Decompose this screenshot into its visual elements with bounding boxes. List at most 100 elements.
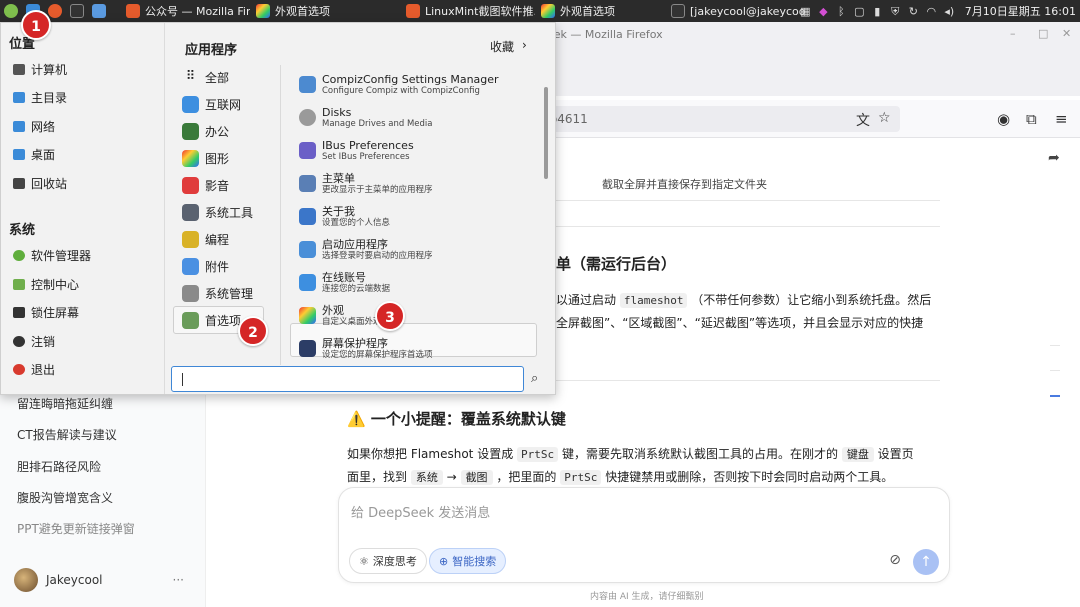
text-caret bbox=[182, 373, 183, 386]
system-quit[interactable]: 退出 bbox=[13, 361, 55, 378]
appearance-icon bbox=[256, 4, 270, 18]
inline-code: PrtSc bbox=[517, 447, 559, 462]
section-heading: 单（需运行后台） bbox=[556, 255, 677, 273]
place-computer[interactable]: 计算机 bbox=[13, 61, 67, 78]
admin-icon bbox=[182, 285, 199, 302]
attach-icon[interactable]: ⊘ bbox=[889, 552, 901, 568]
maximize-icon[interactable]: □ bbox=[1038, 27, 1048, 40]
control-center-icon bbox=[13, 279, 25, 290]
globe-icon: ⊕ bbox=[439, 554, 449, 568]
category-graphics[interactable]: 图形 bbox=[182, 150, 229, 167]
taskbar-item[interactable]: LinuxMint截图软件推... bbox=[400, 0, 535, 22]
terminal-launcher-icon[interactable] bbox=[70, 2, 84, 20]
clipboard-icon[interactable]: ▢ bbox=[853, 5, 866, 18]
system-tray: ▦ ◆ ᛒ ▢ ▮ ⛨ ↻ ◠ ◂) 7月10日星期五 16:01 bbox=[799, 0, 1080, 22]
minimize-icon[interactable]: – bbox=[1010, 27, 1016, 40]
bluetooth-icon[interactable]: ᛒ bbox=[835, 5, 848, 18]
category-all[interactable]: ⠿ 全部 bbox=[182, 69, 229, 86]
paragraph: 全屏截图”、“区域截图”、“延迟截图”等选项，并且会显示对应的快捷 bbox=[556, 316, 924, 330]
favorites-button[interactable]: 收藏 › bbox=[490, 38, 527, 55]
category-system-tools[interactable]: 系统工具 bbox=[182, 204, 253, 221]
system-software-manager[interactable]: 软件管理器 bbox=[13, 247, 91, 264]
user-profile[interactable]: Jakeycool ··· bbox=[14, 568, 184, 592]
place-network[interactable]: 网络 bbox=[13, 118, 55, 135]
app-item-online-accounts[interactable]: 在线账号 连接您的云端数据 bbox=[299, 271, 390, 295]
place-desktop[interactable]: 桌面 bbox=[13, 146, 55, 163]
more-options-icon[interactable]: ··· bbox=[173, 573, 184, 587]
chat-input[interactable]: 给 DeepSeek 发送消息 bbox=[351, 502, 490, 521]
search-icon[interactable]: ⌕ bbox=[531, 371, 538, 386]
battery-icon[interactable]: ▮ bbox=[871, 5, 884, 18]
update-icon[interactable]: ↻ bbox=[907, 5, 920, 18]
place-trash[interactable]: 回收站 bbox=[13, 175, 67, 192]
app-item-main-menu[interactable]: 主菜单 更改显示于主菜单的应用程序 bbox=[299, 172, 433, 196]
appearance-icon bbox=[541, 4, 555, 18]
office-icon bbox=[182, 123, 199, 140]
chat-input-box: 给 DeepSeek 发送消息 ⚛ 深度思考 ⊕ 智能搜索 ⊘ ↑ bbox=[338, 487, 950, 583]
home-folder-icon bbox=[13, 92, 25, 103]
menu-search-input[interactable] bbox=[171, 366, 524, 392]
firefox-launcher-icon[interactable] bbox=[48, 2, 62, 20]
place-home[interactable]: 主目录 bbox=[13, 89, 67, 106]
chat-history-item[interactable]: CT报告解读与建议 bbox=[17, 426, 117, 443]
hamburger-menu-icon[interactable]: ≡ bbox=[1055, 110, 1068, 128]
chat-history-item[interactable]: 留连晦暗拖延纠缠 bbox=[17, 395, 113, 412]
category-office[interactable]: 办公 bbox=[182, 123, 229, 140]
app-item-startup-apps[interactable]: 启动应用程序 选择登录时要启动的应用程序 bbox=[299, 238, 433, 262]
lock-icon bbox=[13, 307, 25, 318]
computer-icon bbox=[13, 64, 25, 75]
app-item-appearance[interactable]: 外观 自定义桌面外观 bbox=[299, 304, 382, 328]
ibus-icon bbox=[299, 142, 316, 159]
taskbar-item[interactable]: 外观首选项 bbox=[535, 0, 665, 22]
app-item-screensaver[interactable]: 屏幕保护程序 设定您的屏幕保护程序首选项 bbox=[299, 337, 433, 361]
toc-marker bbox=[1050, 370, 1060, 371]
chat-history-item[interactable]: PPT避免更新链接弹窗 bbox=[17, 520, 135, 537]
category-accessories[interactable]: 附件 bbox=[182, 258, 229, 275]
files-launcher-icon[interactable] bbox=[92, 2, 106, 20]
divider bbox=[556, 200, 940, 201]
taskbar-item[interactable]: [jakeycool@jakeycoo... bbox=[665, 0, 805, 22]
paragraph: 如果你想把 Flameshot 设置成 PrtSc 键，需要先取消系统默认截图工… bbox=[347, 447, 914, 462]
category-internet[interactable]: 互联网 bbox=[182, 96, 241, 113]
app-list-scrollbar[interactable] bbox=[544, 87, 548, 179]
taskbar-item[interactable]: 公众号 — Mozilla Fir... bbox=[120, 0, 250, 22]
smart-search-button[interactable]: ⊕ 智能搜索 bbox=[429, 548, 507, 574]
gear-icon bbox=[182, 204, 199, 221]
extensions-icon[interactable]: ⧉ bbox=[1026, 110, 1037, 128]
inline-code: 截图 bbox=[460, 470, 493, 485]
bookmark-star-icon[interactable]: ☆ bbox=[878, 110, 891, 126]
category-multimedia[interactable]: 影音 bbox=[182, 177, 229, 194]
logout-icon bbox=[13, 336, 25, 347]
account-icon[interactable]: ◉ bbox=[997, 110, 1010, 128]
clock[interactable]: 7月10日星期五 16:01 bbox=[965, 3, 1076, 19]
category-preferences[interactable]: 首选项 bbox=[182, 312, 241, 329]
share-icon[interactable]: ➦ bbox=[1048, 150, 1060, 166]
taskbar-item[interactable]: 外观首选项 bbox=[250, 0, 400, 22]
wifi-icon[interactable]: ◠ bbox=[925, 5, 938, 18]
app-item-compizconfig[interactable]: CompizConfig Settings Manager Configure C… bbox=[299, 73, 499, 97]
translate-icon[interactable]: 文 bbox=[856, 110, 870, 130]
scissors-icon bbox=[182, 258, 199, 275]
article-fragment: 截取全屏并直接保存到指定文件夹 bbox=[602, 178, 767, 191]
volume-icon[interactable]: ◂) bbox=[943, 5, 956, 18]
system-control-center[interactable]: 控制中心 bbox=[13, 276, 79, 293]
chat-history-item[interactable]: 腹股沟管增宽含义 bbox=[17, 489, 113, 506]
system-lock-screen[interactable]: 锁住屏幕 bbox=[13, 304, 79, 321]
system-logout[interactable]: 注销 bbox=[13, 333, 55, 350]
chat-history-item[interactable]: 胆排石路径风险 bbox=[17, 458, 101, 475]
app-item-disks[interactable]: Disks Manage Drives and Media bbox=[299, 106, 432, 130]
colorpicker-icon[interactable]: ◆ bbox=[817, 5, 830, 18]
category-administration[interactable]: 系统管理 bbox=[182, 285, 253, 302]
mint-menu-icon[interactable] bbox=[4, 2, 18, 20]
app-item-ibus[interactable]: IBus Preferences Set IBus Preferences bbox=[299, 139, 414, 163]
grid-icon[interactable]: ▦ bbox=[799, 5, 812, 18]
close-icon[interactable]: ✕ bbox=[1062, 27, 1071, 40]
url-bar[interactable]: 0b4611 文 ☆ bbox=[530, 106, 900, 132]
ai-disclaimer: 内容由 AI 生成，请仔细甄别 bbox=[590, 592, 704, 602]
category-programming[interactable]: 编程 bbox=[182, 231, 229, 248]
shield-icon[interactable]: ⛨ bbox=[889, 5, 902, 18]
app-item-about-me[interactable]: 关于我 设置您的个人信息 bbox=[299, 205, 390, 229]
info-icon bbox=[299, 208, 316, 225]
deep-think-button[interactable]: ⚛ 深度思考 bbox=[349, 548, 427, 574]
send-button[interactable]: ↑ bbox=[913, 549, 939, 575]
